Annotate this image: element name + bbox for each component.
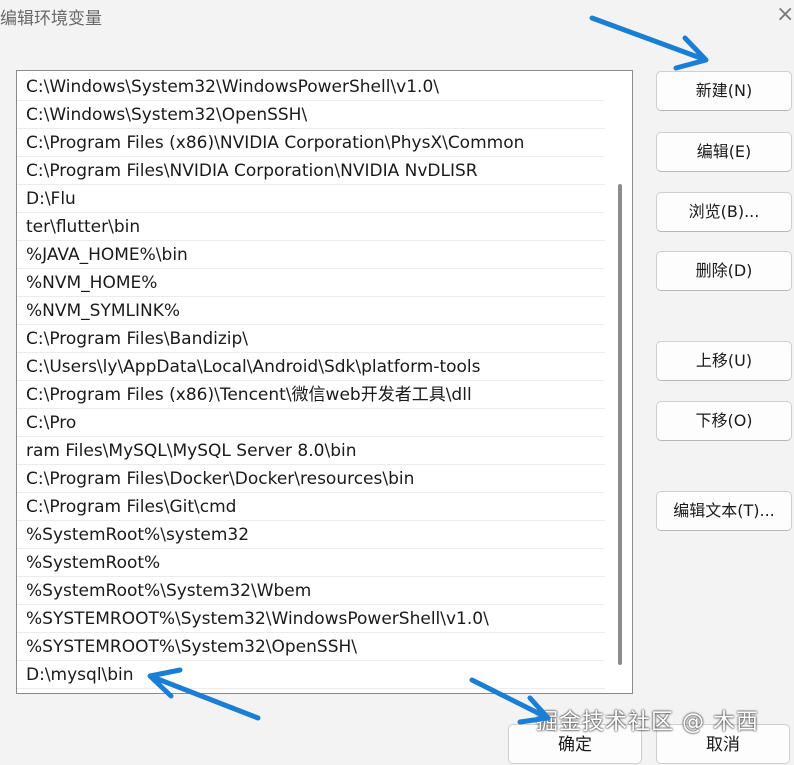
arrow-icon — [147, 667, 261, 721]
arrow-icon — [589, 15, 709, 71]
annotation-arrows — [147, 15, 709, 725]
arrow-icon — [469, 677, 551, 725]
